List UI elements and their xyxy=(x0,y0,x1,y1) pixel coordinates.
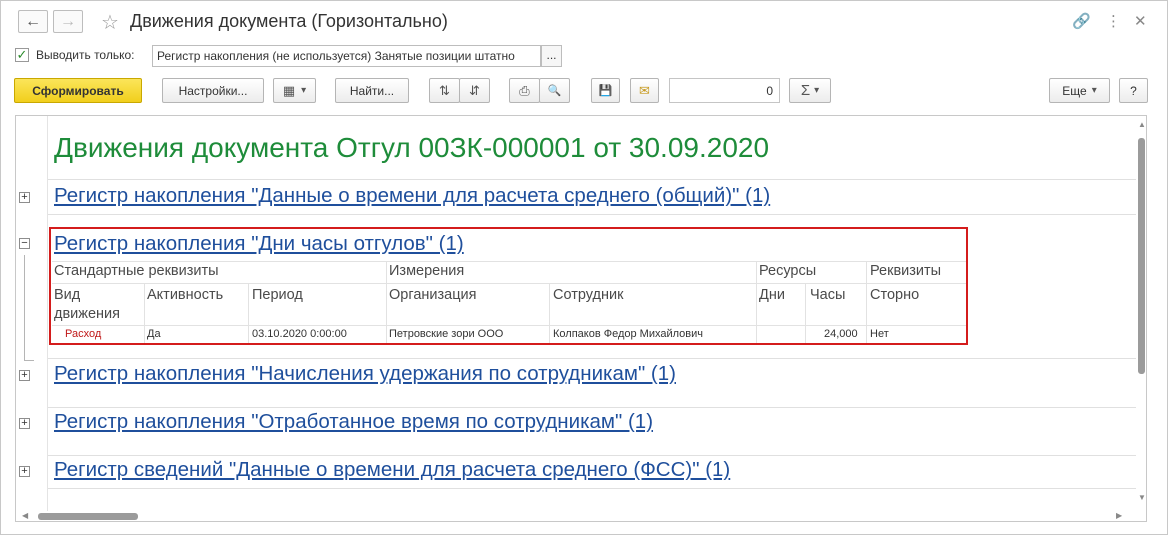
report-title: Движения документа Отгул 00ЗК-000001 от … xyxy=(54,132,770,163)
arrow-right-icon: → xyxy=(60,12,76,30)
expand-icon: ⇅ xyxy=(439,82,450,98)
row-divider xyxy=(48,179,1136,180)
title-bar: ← → ☆ Движения документа (Горизонтально)… xyxy=(1,1,1167,41)
chevron-down-icon: ▾ xyxy=(1091,85,1097,96)
send-email-button[interactable]: ✉ xyxy=(630,78,659,103)
expand-register-5-button[interactable]: + xyxy=(19,466,30,477)
filter-input[interactable]: Регистр накопления (не используется) Зан… xyxy=(152,45,541,67)
filter-checkbox-label: Выводить только: xyxy=(36,48,135,62)
scroll-up-icon[interactable]: ▲ xyxy=(1138,120,1146,129)
filter-checkbox[interactable]: ✓ xyxy=(15,48,29,62)
scroll-right-icon[interactable]: ▶ xyxy=(1116,511,1122,520)
row-divider xyxy=(48,358,1136,359)
generate-button[interactable]: Сформировать xyxy=(14,78,142,103)
row-divider xyxy=(48,488,1136,489)
save-icon: 💾 xyxy=(598,85,613,97)
favorite-star-icon[interactable]: ☆ xyxy=(101,10,119,35)
sum-value-field[interactable]: 0 xyxy=(669,78,780,103)
find-button[interactable]: Найти... xyxy=(335,78,409,103)
scroll-down-icon[interactable]: ▼ xyxy=(1138,493,1146,502)
horizontal-scrollbar[interactable]: ◀ ▶ xyxy=(16,511,1136,521)
row-divider xyxy=(48,455,1136,456)
preview-button[interactable]: 🔍 xyxy=(539,78,570,103)
highlight-frame xyxy=(49,227,968,345)
print-icon: ⎙ xyxy=(519,82,530,98)
report-area: Движения документа Отгул 00ЗК-000001 от … xyxy=(15,115,1147,522)
register-link-1[interactable]: Регистр накопления "Данные о времени для… xyxy=(54,184,770,208)
chevron-down-icon: ▾ xyxy=(301,85,307,96)
register-link-3[interactable]: Регистр накопления "Начисления удержания… xyxy=(54,362,676,386)
more-button-label: Еще xyxy=(1062,83,1087,98)
expand-register-4-button[interactable]: + xyxy=(19,418,30,429)
gutter-divider xyxy=(47,116,48,511)
expand-register-1-button[interactable]: + xyxy=(19,192,30,203)
row-divider xyxy=(48,214,1136,215)
mail-icon: ✉ xyxy=(639,82,650,98)
window-title: Движения документа (Горизонтально) xyxy=(130,11,448,31)
more-button[interactable]: Еще ▾ xyxy=(1049,78,1110,103)
vertical-scroll-thumb[interactable] xyxy=(1138,138,1145,374)
collapse-groups-button[interactable]: ⇵ xyxy=(459,78,490,103)
chevron-down-icon: ▾ xyxy=(814,85,820,96)
sum-button[interactable]: Σ ▾ xyxy=(789,78,831,103)
print-button[interactable]: ⎙ xyxy=(509,78,540,103)
register-link-5[interactable]: Регистр сведений "Данные о времени для р… xyxy=(54,458,730,482)
vertical-scrollbar[interactable]: ▲ ▼ xyxy=(1136,116,1146,511)
register-link-4[interactable]: Регистр накопления "Отработанное время п… xyxy=(54,410,653,434)
back-button[interactable]: ← xyxy=(18,10,48,33)
help-button[interactable]: ? xyxy=(1119,78,1148,103)
horizontal-scroll-thumb[interactable] xyxy=(38,513,138,520)
scroll-left-icon[interactable]: ◀ xyxy=(22,511,28,520)
tree-line xyxy=(24,255,25,361)
report-variant-icon: ▦ xyxy=(282,82,296,98)
settings-button[interactable]: Настройки... xyxy=(162,78,264,103)
variant-button[interactable]: ▦ ▾ xyxy=(273,78,316,103)
forward-button[interactable]: → xyxy=(53,10,83,33)
report-window: ← → ☆ Движения документа (Горизонтально)… xyxy=(0,0,1168,535)
row-divider xyxy=(48,407,1136,408)
arrow-left-icon: ← xyxy=(25,12,41,30)
expand-register-3-button[interactable]: + xyxy=(19,370,30,381)
preview-icon: 🔍 xyxy=(547,85,562,97)
filter-select-button[interactable]: ... xyxy=(541,45,562,67)
collapse-icon: ⇵ xyxy=(469,82,480,98)
expand-groups-button[interactable]: ⇅ xyxy=(429,78,460,103)
sum-icon: Σ xyxy=(800,82,811,99)
more-vertical-icon[interactable]: ⋮ xyxy=(1106,12,1121,30)
close-icon[interactable]: ✕ xyxy=(1134,12,1147,30)
save-button[interactable]: 💾 xyxy=(591,78,620,103)
link-icon[interactable]: 🔗 xyxy=(1072,12,1091,30)
collapse-register-2-button[interactable]: − xyxy=(19,238,30,249)
tree-line xyxy=(24,360,34,361)
